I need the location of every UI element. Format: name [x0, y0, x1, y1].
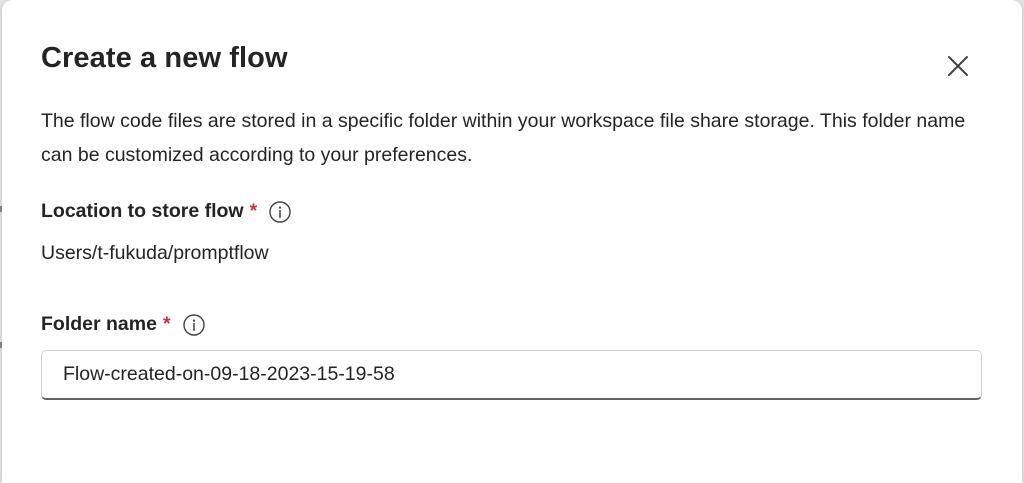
info-icon [269, 200, 291, 223]
location-field-label: Location to store flow * [41, 200, 291, 223]
required-marker: * [249, 200, 258, 222]
close-button[interactable] [942, 50, 974, 82]
location-info-button[interactable] [269, 200, 291, 223]
info-icon [182, 313, 205, 336]
folder-label-text: Folder name [41, 313, 157, 335]
folder-name-input[interactable] [41, 350, 982, 400]
folder-field-label: Folder name * [41, 313, 205, 336]
dialog-description: The flow code files are stored in a spec… [41, 110, 966, 166]
location-value: Users/t-fukuda/promptflow [41, 242, 269, 264]
dialog-title: Create a new flow [41, 42, 288, 74]
folder-info-button[interactable] [182, 313, 205, 336]
location-label-text: Location to store flow [41, 200, 244, 222]
create-flow-dialog: Create a new flow The flow code files ar… [2, 0, 1022, 483]
close-icon [948, 56, 968, 76]
required-marker: * [162, 313, 171, 335]
